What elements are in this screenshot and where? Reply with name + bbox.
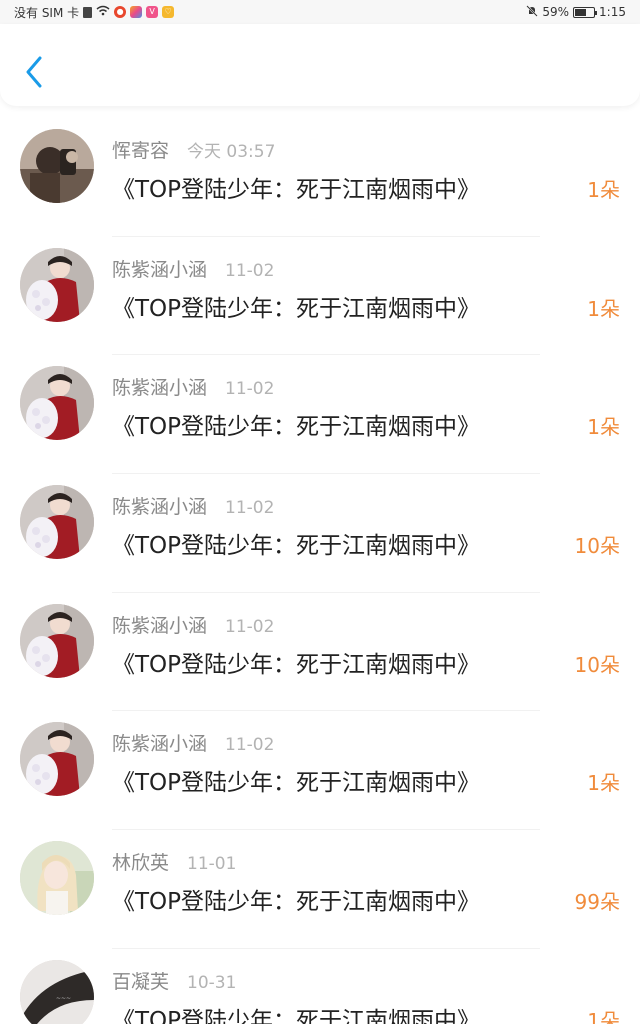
list-item[interactable]: 陈紫涵小涵 11-02 《TOP登陆少年：死于江南烟雨中》 10朵	[0, 474, 640, 593]
book-title: 《TOP登陆少年：死于江南烟雨中》	[112, 414, 481, 441]
record-meta: 陈紫涵小涵 11-02	[112, 373, 274, 400]
flower-count: 1朵	[587, 771, 620, 796]
flower-count: 1朵	[587, 178, 620, 202]
record-meta: 百凝芙 10-31	[112, 967, 236, 994]
avatar[interactable]	[20, 722, 94, 797]
avatar[interactable]	[20, 485, 94, 560]
list-item[interactable]: 恽寄容 今天 03:57 《TOP登陆少年：死于江南烟雨中》 1朵	[0, 118, 640, 237]
record-meta: 陈紫涵小涵 11-02	[112, 729, 274, 756]
avatar[interactable]	[20, 366, 94, 441]
user-name[interactable]: 恽寄容	[112, 136, 169, 163]
clock: 1:15	[599, 5, 626, 19]
wifi-icon	[96, 5, 110, 19]
record-meta: 林欣英 11-01	[112, 848, 236, 875]
user-name[interactable]: 陈紫涵小涵	[112, 255, 207, 282]
avatar[interactable]	[20, 603, 94, 678]
record-meta: 陈紫涵小涵 11-02	[112, 492, 274, 519]
battery-icon	[573, 6, 598, 18]
flower-count: 10朵	[574, 652, 620, 677]
book-title: 《TOP登陆少年：死于江南烟雨中》	[112, 533, 481, 560]
status-bar: 没有 SIM 卡 ● V ♡ 59% 1:15	[0, 0, 640, 24]
flower-count: 1朵	[587, 296, 620, 321]
book-title: 《TOP登陆少年：死于江南烟雨中》	[112, 889, 481, 916]
user-name[interactable]: 陈紫涵小涵	[112, 611, 207, 638]
list-item[interactable]: 陈紫涵小涵 11-02 《TOP登陆少年：死于江南烟雨中》 10朵	[0, 593, 640, 712]
record-time: 今天 03:57	[187, 142, 276, 162]
chevron-left-icon	[26, 56, 42, 88]
flower-count: 99朵	[574, 890, 620, 915]
record-time: 10-31	[187, 972, 237, 993]
carrier-text: 没有 SIM 卡	[14, 5, 80, 20]
flower-count: 1朵	[587, 415, 620, 440]
record-time: 11-02	[225, 616, 275, 637]
record-meta: 陈紫涵小涵 11-02	[112, 255, 274, 282]
book-title: 《TOP登陆少年：死于江南烟雨中》	[112, 295, 481, 322]
status-right: 59% 1:15	[526, 4, 626, 20]
app-icon: V	[146, 6, 159, 18]
user-name[interactable]: 陈紫涵小涵	[112, 729, 207, 756]
user-name[interactable]: 陈紫涵小涵	[112, 492, 207, 519]
record-time: 11-02	[225, 498, 275, 519]
top-nav-bar	[0, 24, 640, 106]
record-time: 11-02	[225, 735, 275, 756]
back-button[interactable]	[16, 52, 52, 92]
avatar[interactable]	[20, 247, 94, 322]
avatar[interactable]	[20, 129, 94, 203]
app-icon: ♡	[162, 6, 175, 18]
flower-count: 1朵	[587, 1008, 620, 1024]
avatar[interactable]	[20, 841, 94, 916]
list-item[interactable]: 林欣英 11-01 《TOP登陆少年：死于江南烟雨中》 99朵	[0, 830, 640, 949]
mute-bell-icon	[526, 4, 539, 20]
user-name[interactable]: 林欣英	[112, 848, 169, 875]
list-item[interactable]: 陈紫涵小涵 11-02 《TOP登陆少年：死于江南烟雨中》 1朵	[0, 711, 640, 831]
weibo-icon: ●	[114, 6, 127, 18]
svg-text:~~~: ~~~	[56, 995, 71, 1002]
record-time: 11-02	[225, 260, 275, 281]
book-title: 《TOP登陆少年：死于江南烟雨中》	[112, 651, 481, 678]
user-name[interactable]: 陈紫涵小涵	[112, 373, 207, 400]
flower-count: 10朵	[574, 534, 620, 559]
record-time: 11-02	[225, 379, 275, 400]
battery-percent: 59%	[542, 5, 570, 19]
list-item[interactable]: ~~~ 百凝芙 10-31 《TOP登陆少年：死于江南烟雨中》 1朵	[0, 949, 640, 1024]
list-item[interactable]: 陈紫涵小涵 11-02 《TOP登陆少年：死于江南烟雨中》 1朵	[0, 355, 640, 475]
book-title: 《TOP登陆少年：死于江南烟雨中》	[112, 1007, 481, 1024]
app-icon	[130, 6, 143, 18]
record-meta: 陈紫涵小涵 11-02	[112, 611, 274, 638]
list-item[interactable]: 陈紫涵小涵 11-02 《TOP登陆少年：死于江南烟雨中》 1朵	[0, 237, 640, 356]
user-name[interactable]: 百凝芙	[112, 967, 169, 994]
book-title: 《TOP登陆少年：死于江南烟雨中》	[112, 770, 481, 797]
book-title: 《TOP登陆少年：死于江南烟雨中》	[112, 177, 481, 203]
record-meta: 恽寄容 今天 03:57	[112, 136, 275, 163]
avatar[interactable]: ~~~	[20, 959, 94, 1024]
sim-icon	[83, 6, 93, 18]
gift-record-list: 恽寄容 今天 03:57 《TOP登陆少年：死于江南烟雨中》 1朵 陈紫涵小涵 11-02…	[0, 118, 640, 1024]
record-time: 11-01	[187, 854, 237, 875]
status-left: 没有 SIM 卡 ● V ♡	[14, 4, 175, 21]
